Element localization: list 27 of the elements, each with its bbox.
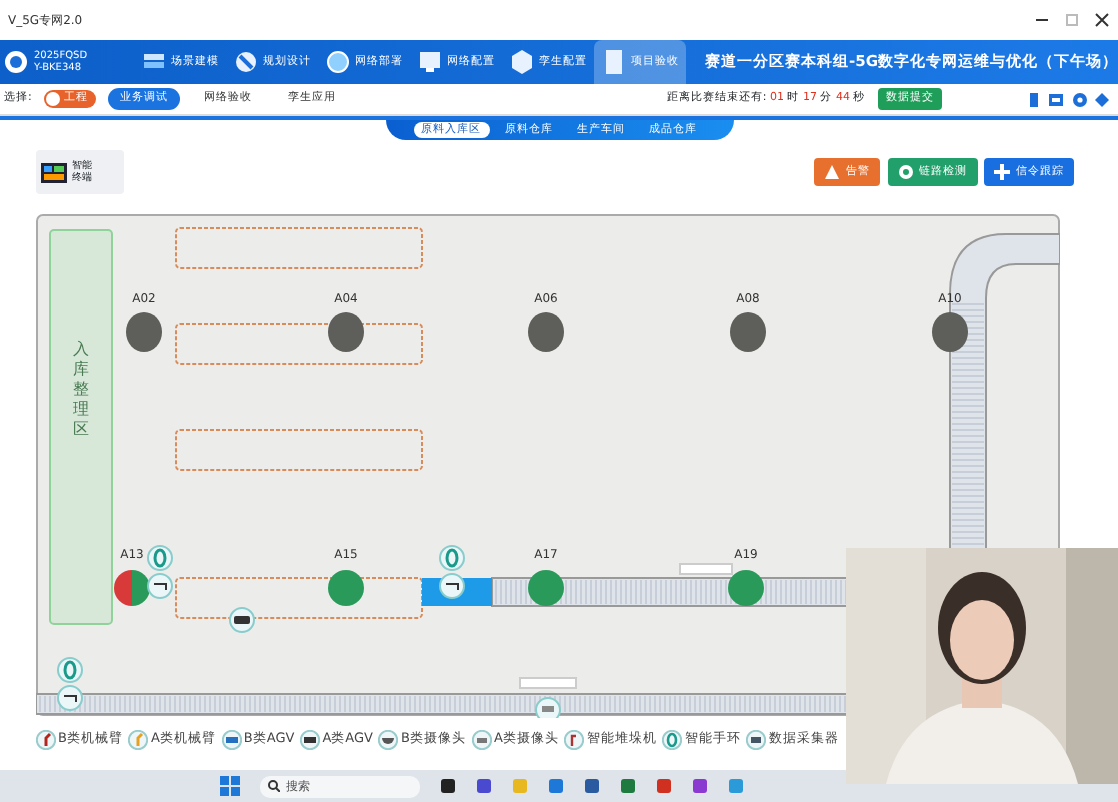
spreadsheet-icon[interactable] — [620, 778, 636, 794]
conveyor-tag — [519, 677, 577, 689]
warning-icon — [824, 164, 840, 180]
zone-label: 入库整理区 — [73, 340, 89, 438]
close-icon[interactable] — [1094, 12, 1110, 28]
monitor-icon — [415, 48, 443, 76]
app-icon[interactable] — [476, 778, 492, 794]
image-icon[interactable] — [1048, 91, 1065, 107]
agv-icon — [221, 730, 242, 750]
app-icon[interactable] — [584, 778, 600, 794]
search-icon — [268, 780, 280, 792]
settings-icon[interactable] — [1071, 91, 1088, 107]
logo-icon — [4, 50, 28, 74]
agv-icon — [300, 730, 321, 750]
app-icon[interactable] — [692, 778, 708, 794]
conveyor-tag — [679, 563, 733, 575]
terminal-app-icon[interactable] — [440, 778, 456, 794]
tablet-icon — [40, 161, 68, 183]
cube-icon — [507, 48, 535, 76]
arm-icon — [128, 730, 149, 750]
app-icon[interactable] — [656, 778, 672, 794]
windows-icon[interactable] — [220, 776, 240, 796]
diamond-icon[interactable] — [1094, 91, 1111, 107]
globe-icon — [323, 48, 351, 76]
plus-icon — [994, 164, 1010, 180]
browser-icon[interactable] — [548, 778, 564, 794]
arm-icon — [36, 730, 56, 750]
